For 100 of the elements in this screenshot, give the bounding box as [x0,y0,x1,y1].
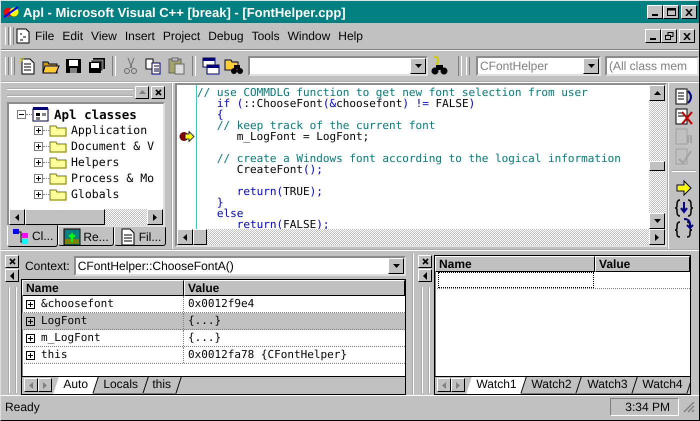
sheet-tab[interactable]: this [142,377,182,394]
sheet-tab[interactable]: Locals [92,377,148,394]
close-button[interactable] [151,86,165,98]
expand-icon[interactable] [26,300,35,308]
table-row[interactable]: LogFont {...} [22,313,405,330]
status-message: Ready [5,400,41,414]
scroll-left-icon[interactable] [14,212,20,222]
variable-name: this [41,347,68,363]
panel-tab[interactable]: Cl... [7,225,58,247]
variable-value: {...} [188,313,222,329]
expand-icon[interactable] [26,334,35,342]
folder-icon [49,139,67,153]
menu-item[interactable]: Tools [248,29,284,43]
restart-icon[interactable] [674,87,694,107]
close-icon [422,258,428,265]
code-editor[interactable] [175,83,667,247]
tree-item[interactable]: Application [71,123,148,137]
watch-name-field[interactable] [438,272,594,288]
table-row[interactable]: this 0x0012fa78 {CFontHelper} [22,347,405,364]
folder-icon [49,171,67,185]
minimize-button[interactable] [647,5,663,19]
close-icon [685,8,693,16]
column-header[interactable]: Value [595,256,690,272]
menu-item[interactable]: Insert [120,29,159,43]
table-row[interactable]: m_LogFont {...} [22,330,405,347]
expand-icon[interactable] [34,158,43,166]
stop-debug-icon[interactable] [674,107,694,127]
dock-button[interactable] [135,86,149,98]
sheet-tab[interactable]: Watch3 [576,377,638,394]
step-over-icon[interactable] [674,218,694,238]
sheet-tab[interactable]: Watch4 [632,377,690,394]
expand-icon[interactable] [26,350,35,360]
menu-item[interactable]: Project [158,29,204,43]
tree-item[interactable]: Helpers [71,155,120,169]
minimize-button[interactable] [645,29,661,43]
save-all-icon[interactable] [87,56,107,76]
tree-item[interactable]: Apl classes [54,106,137,122]
maximize-button[interactable] [663,5,679,19]
menu-item[interactable]: File [31,29,58,43]
panel-grip[interactable] [8,287,16,393]
collapse-button[interactable] [418,269,432,282]
save-icon[interactable] [64,56,84,76]
code-line: // create a Windows font according to the logical information [216,153,622,164]
context-label: Context: [25,258,70,272]
close-button[interactable] [679,29,695,43]
menu-item[interactable]: Help [334,29,367,43]
window-title: Apl - Microsoft Visual C++ [break] - [FontHelper.cpp] [23,4,347,20]
sheet-tab[interactable]: Watch2 [522,377,582,394]
document-icon [15,28,31,44]
left-arrow-icon [422,272,428,280]
menu-item[interactable]: Window [284,29,334,43]
expand-icon[interactable] [34,142,43,150]
horizontal-scrollbar[interactable] [177,229,665,245]
find-icon[interactable] [430,56,450,76]
dropdown-arrow-icon [586,63,596,69]
scroll-thumb[interactable] [649,161,665,171]
scroll-down-icon[interactable] [652,218,662,224]
close-button[interactable] [681,5,697,19]
panel-tab[interactable]: Fil... [114,227,166,246]
close-button[interactable] [418,255,432,268]
restore-button[interactable] [661,29,677,43]
next-statement-arrow-icon[interactable] [674,178,694,198]
class-view-icon [12,227,30,245]
scroll-left-icon[interactable] [182,232,188,242]
tree-item[interactable]: Globals [71,187,120,201]
tree-item[interactable]: Process & Mo [71,171,154,185]
scroll-right-icon[interactable] [654,232,660,242]
step-into-icon[interactable] [674,198,694,218]
close-button[interactable] [5,255,19,268]
sheet-tab[interactable]: Watch1 [466,377,527,394]
context-combo[interactable]: CFontHelper::ChooseFontA() [74,256,406,276]
scroll-right-icon[interactable] [152,212,158,222]
panel-grip[interactable] [420,287,430,393]
expand-icon[interactable] [34,126,43,134]
expand-icon[interactable] [34,174,43,182]
up-arrow-icon [138,89,146,95]
close-icon [8,258,16,265]
panel-grip[interactable] [7,88,133,96]
tree-item[interactable]: Document & V [71,139,154,153]
column-header[interactable]: Value [184,280,405,296]
menu-item[interactable]: View [87,29,121,43]
column-header[interactable]: Name [435,256,595,272]
sheet-tab[interactable]: Auto [53,377,98,394]
vertical-scrollbar[interactable] [649,85,665,229]
menu-item[interactable]: Debug [204,29,248,43]
menu-item[interactable]: Edit [58,29,88,43]
horizontal-scrollbar[interactable] [9,209,163,225]
windows-icon[interactable] [201,56,221,76]
collapse-icon[interactable] [17,110,26,118]
collapse-button[interactable] [5,269,19,282]
expand-icon[interactable] [34,190,43,198]
code-line: return(TRUE); [236,186,324,197]
variable-name: &choosefont [41,296,114,312]
expand-icon[interactable] [26,316,35,326]
scroll-up-icon[interactable] [652,90,662,96]
scroll-thumb[interactable] [25,209,105,225]
folder-icon [49,187,67,201]
column-header[interactable]: Name [22,280,184,296]
panel-tab[interactable]: Re... [58,227,114,246]
scroll-thumb[interactable] [193,229,207,245]
